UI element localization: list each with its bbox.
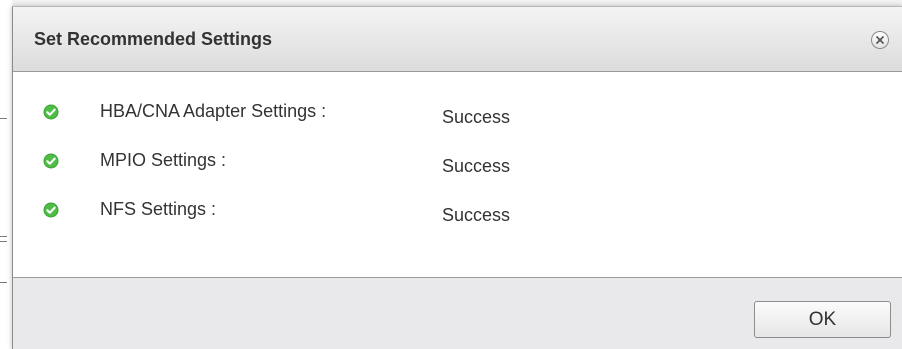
check-circle-icon (43, 104, 59, 120)
set-recommended-settings-dialog: Set Recommended Settings HBA/CNA Adapter… (12, 6, 902, 349)
result-label: HBA/CNA Adapter Settings : (100, 101, 327, 121)
background-window-edge (0, 0, 12, 349)
dialog-title: Set Recommended Settings (34, 29, 273, 49)
result-status: Success (442, 107, 511, 127)
result-row-mpio: MPIO Settings : Success (13, 150, 902, 183)
background-divider (0, 118, 7, 119)
result-row-nfs: NFS Settings : Success (13, 199, 902, 232)
ok-button[interactable]: OK (754, 301, 891, 338)
background-divider (0, 282, 7, 283)
result-label: NFS Settings : (100, 199, 217, 219)
result-label: MPIO Settings : (100, 150, 227, 170)
dialog-header: Set Recommended Settings (13, 7, 902, 72)
result-row-hba-cna: HBA/CNA Adapter Settings : Success (13, 101, 902, 134)
dialog-footer: OK (13, 277, 902, 349)
close-icon (876, 36, 884, 44)
result-status: Success (442, 205, 511, 225)
dialog-body: HBA/CNA Adapter Settings : Success MPIO … (13, 72, 902, 277)
page: Set Recommended Settings HBA/CNA Adapter… (0, 0, 902, 349)
check-circle-icon (43, 153, 59, 169)
background-divider (0, 236, 7, 237)
check-circle-icon (43, 202, 59, 218)
close-button[interactable] (871, 31, 889, 49)
result-status: Success (442, 156, 511, 176)
background-divider (0, 241, 7, 242)
